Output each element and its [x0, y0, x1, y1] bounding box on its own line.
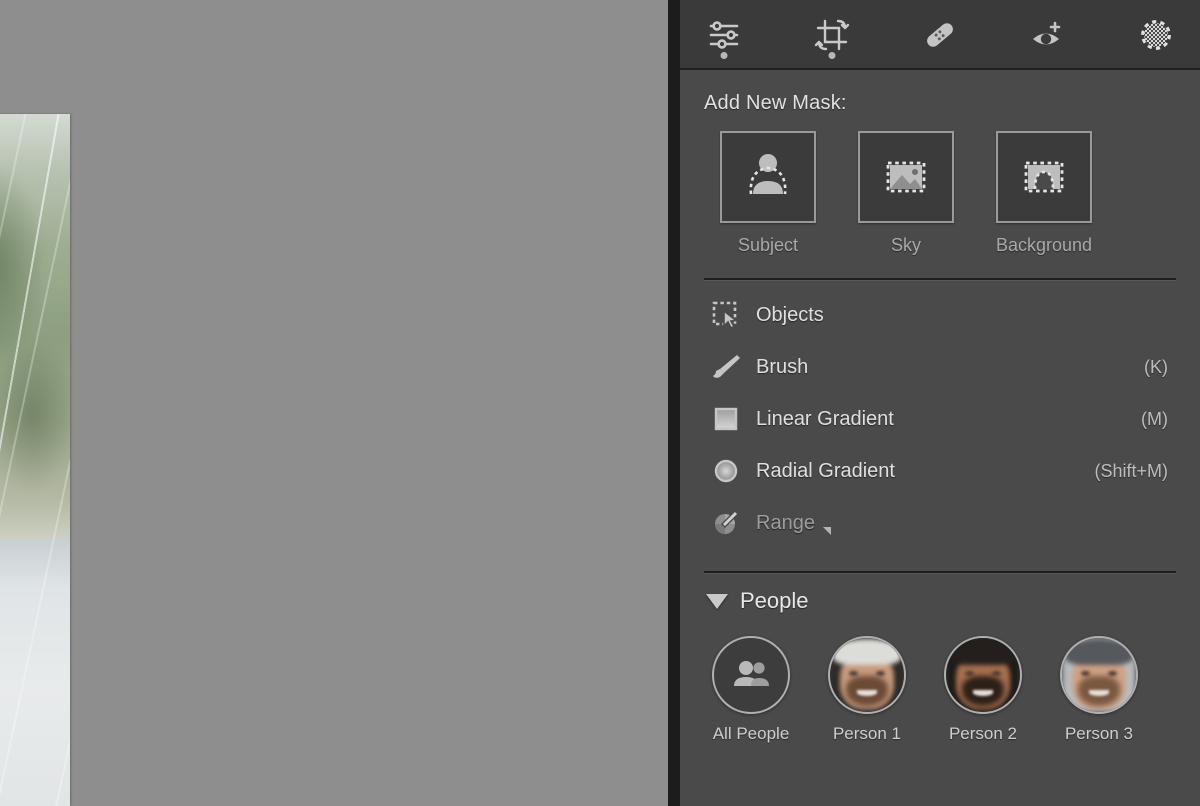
- all-people-label: All People: [712, 724, 790, 744]
- crop-icon: [813, 16, 851, 54]
- edit-sliders-icon: [705, 16, 743, 54]
- subject-preset-label: Subject: [720, 235, 816, 256]
- person-1-label: Person 1: [828, 724, 906, 744]
- healing-brush-tool[interactable]: [911, 6, 969, 64]
- mask-preset-subject[interactable]: Subject: [720, 131, 816, 256]
- radial-gradient-icon: [706, 456, 746, 486]
- lightroom-masking-screen: Add New Mask: Subject: [0, 0, 1200, 806]
- person-1-face: [830, 638, 904, 712]
- masking-icon: [1137, 16, 1175, 54]
- mask-preset-background[interactable]: Background: [996, 131, 1092, 256]
- people-title: People: [740, 588, 809, 614]
- person-all-people[interactable]: All People: [712, 636, 790, 744]
- brush-shortcut: (K): [1144, 357, 1168, 378]
- range-submenu-arrow-icon[interactable]: [823, 527, 831, 535]
- person-3[interactable]: Person 3: [1060, 636, 1138, 744]
- mask-tool-range[interactable]: Range: [698, 497, 1182, 549]
- all-people-avatar: [712, 636, 790, 714]
- photo-preview: [0, 114, 70, 806]
- linear-gradient-label: Linear Gradient: [756, 408, 894, 431]
- edit-active-dot: [721, 52, 728, 59]
- radial-gradient-shortcut: (Shift+M): [1094, 461, 1168, 482]
- people-section-header[interactable]: People: [698, 574, 1182, 614]
- mask-preset-sky[interactable]: Sky: [858, 131, 954, 256]
- photo-canvas[interactable]: [0, 0, 668, 806]
- person-1[interactable]: Person 1: [828, 636, 906, 744]
- objects-icon: [706, 300, 746, 330]
- sky-mask-icon: [879, 150, 933, 204]
- subject-preset-box: [720, 131, 816, 223]
- sky-preset-box: [858, 131, 954, 223]
- mask-presets: Subject Sky: [698, 119, 1182, 256]
- background-mask-icon: [1017, 150, 1071, 204]
- linear-gradient-shortcut: (M): [1141, 409, 1168, 430]
- background-preset-label: Background: [996, 235, 1092, 256]
- brush-icon: [706, 352, 746, 382]
- person-2-face: [946, 638, 1020, 712]
- radial-gradient-label: Radial Gradient: [756, 460, 895, 483]
- person-2[interactable]: Person 2: [944, 636, 1022, 744]
- person-2-avatar: [944, 636, 1022, 714]
- people-list: All People: [698, 614, 1182, 744]
- range-label: Range: [756, 512, 815, 535]
- person-3-label: Person 3: [1060, 724, 1138, 744]
- masking-tool[interactable]: [1127, 6, 1185, 64]
- mask-tool-list: Objects Brush (K): [698, 281, 1182, 549]
- linear-gradient-icon: [706, 404, 746, 434]
- mask-tool-brush[interactable]: Brush (K): [698, 341, 1182, 393]
- edit-toolbar: [680, 0, 1200, 70]
- objects-label: Objects: [756, 304, 824, 327]
- range-icon: [706, 508, 746, 538]
- mask-tool-radial-gradient[interactable]: Radial Gradient (Shift+M): [698, 445, 1182, 497]
- brush-label: Brush: [756, 356, 808, 379]
- red-eye-tool[interactable]: [1019, 6, 1077, 64]
- photo-rain-streaks: [0, 114, 70, 543]
- right-panel: Add New Mask: Subject: [668, 0, 1200, 806]
- crop-tool[interactable]: [803, 6, 861, 64]
- red-eye-icon: [1029, 16, 1067, 54]
- healing-brush-icon: [921, 16, 959, 54]
- people-disclosure-triangle-icon[interactable]: [706, 594, 728, 609]
- edit-sliders-tool[interactable]: [695, 6, 753, 64]
- person-1-avatar: [828, 636, 906, 714]
- add-new-mask-label: Add New Mask:: [698, 70, 1182, 119]
- mask-tool-linear-gradient[interactable]: Linear Gradient (M): [698, 393, 1182, 445]
- person-3-face: [1062, 638, 1136, 712]
- subject-mask-icon: [741, 150, 795, 204]
- all-people-icon: [729, 653, 773, 697]
- mask-tool-objects[interactable]: Objects: [698, 289, 1182, 341]
- background-preset-box: [996, 131, 1092, 223]
- sky-preset-label: Sky: [858, 235, 954, 256]
- person-2-label: Person 2: [944, 724, 1022, 744]
- crop-active-dot: [829, 52, 836, 59]
- person-3-avatar: [1060, 636, 1138, 714]
